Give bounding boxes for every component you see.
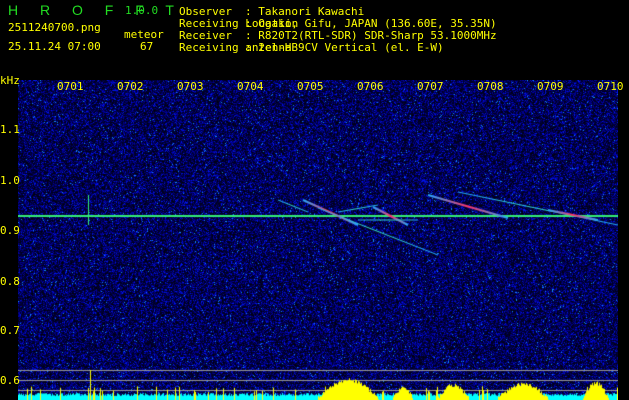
x-tick-label: 0708 [477, 80, 504, 93]
y-tick-label: 1.0 [0, 174, 20, 187]
x-tick-label: 0701 [57, 80, 84, 93]
x-tick-label: 0705 [297, 80, 324, 93]
app-version: 1.0.0 [125, 4, 159, 17]
info-value-antenna: : 2el-HB9CV Vertical (el. E-W) [245, 41, 444, 54]
y-tick-label: 0.7 [0, 324, 20, 337]
y-tick-label: 0.8 [0, 275, 20, 288]
x-tick-label: 0703 [177, 80, 204, 93]
spectrogram [18, 80, 618, 400]
file-name: 2511240700.png [8, 21, 101, 34]
x-tick-label: 0707 [417, 80, 444, 93]
hrofft-window: H R O F F T 1.0.0 2511240700.png meteor … [0, 0, 629, 400]
datetime: 25.11.24 07:00 [8, 40, 101, 53]
x-tick-label: 0704 [237, 80, 264, 93]
y-unit-label: kHz [0, 74, 20, 87]
x-tick-label: 0710 [597, 80, 624, 93]
x-tick-label: 0709 [537, 80, 564, 93]
x-tick-label: 0706 [357, 80, 384, 93]
y-tick-label: 1.1 [0, 123, 20, 136]
x-tick-label: 0702 [117, 80, 144, 93]
meteor-count: 67 [140, 40, 154, 53]
y-tick-label: 0.6 [0, 374, 20, 387]
y-tick-label: 0.9 [0, 224, 20, 237]
